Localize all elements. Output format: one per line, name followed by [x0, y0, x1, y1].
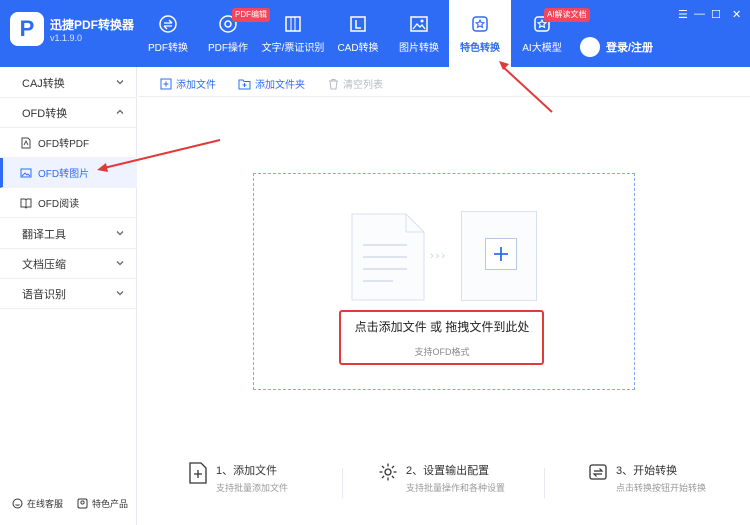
annotation-arrows	[97, 61, 553, 172]
